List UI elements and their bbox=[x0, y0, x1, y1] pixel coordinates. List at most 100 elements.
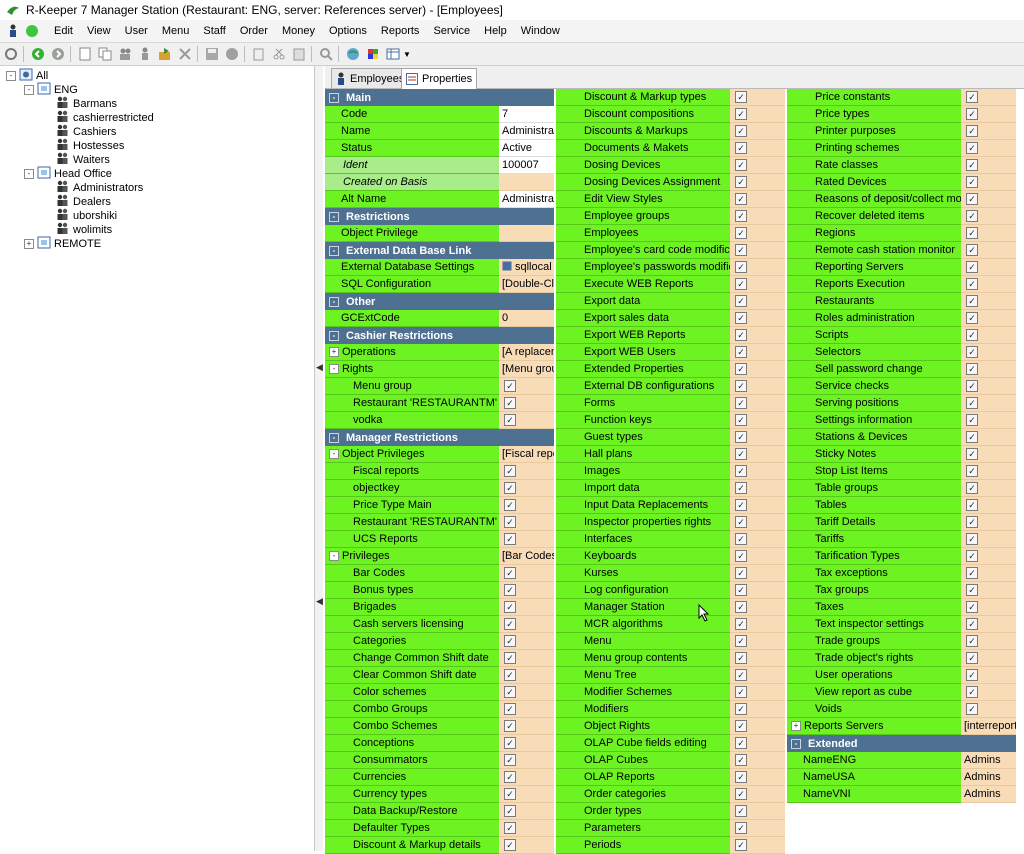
checkbox-checked[interactable]: ✓ bbox=[735, 516, 747, 528]
property-value[interactable]: ✓ bbox=[730, 378, 785, 395]
menu-window[interactable]: Window bbox=[521, 25, 560, 37]
checkbox-checked[interactable]: ✓ bbox=[504, 686, 516, 698]
property-value[interactable]: ✓ bbox=[730, 786, 785, 803]
property-value[interactable]: sqllocal bbox=[499, 259, 554, 276]
property-row[interactable]: Data Backup/Restore ✓ bbox=[325, 803, 554, 820]
checkbox-checked[interactable]: ✓ bbox=[504, 788, 516, 800]
checkbox-checked[interactable]: ✓ bbox=[735, 380, 747, 392]
section-header[interactable]: - Cashier Restrictions bbox=[325, 327, 554, 344]
property-row[interactable]: Defaulter Types ✓ bbox=[325, 820, 554, 837]
property-row[interactable]: Sticky Notes ✓ bbox=[787, 446, 1016, 463]
property-value[interactable]: ✓ bbox=[961, 463, 1016, 480]
checkbox-checked[interactable]: ✓ bbox=[966, 686, 978, 698]
property-row[interactable]: Printer purposes ✓ bbox=[787, 123, 1016, 140]
expand-icon[interactable]: + bbox=[791, 721, 801, 731]
property-value[interactable]: ✓ bbox=[730, 752, 785, 769]
property-value[interactable]: ✓ bbox=[730, 123, 785, 140]
property-value[interactable] bbox=[499, 225, 554, 242]
property-value[interactable]: ✓ bbox=[499, 378, 554, 395]
property-value[interactable]: ✓ bbox=[730, 293, 785, 310]
checkbox-checked[interactable]: ✓ bbox=[504, 533, 516, 545]
property-value[interactable]: ✓ bbox=[499, 735, 554, 752]
checkbox-checked[interactable]: ✓ bbox=[504, 669, 516, 681]
property-row[interactable]: Settings information ✓ bbox=[787, 412, 1016, 429]
checkbox-checked[interactable]: ✓ bbox=[735, 210, 747, 222]
property-value[interactable]: ✓ bbox=[730, 718, 785, 735]
property-value[interactable]: ✓ bbox=[961, 276, 1016, 293]
property-value[interactable]: ✓ bbox=[730, 259, 785, 276]
checkbox-checked[interactable]: ✓ bbox=[966, 261, 978, 273]
checkbox-checked[interactable]: ✓ bbox=[735, 108, 747, 120]
checkbox-checked[interactable]: ✓ bbox=[735, 601, 747, 613]
property-row[interactable]: Printing schemes ✓ bbox=[787, 140, 1016, 157]
property-row[interactable]: User operations ✓ bbox=[787, 667, 1016, 684]
property-value[interactable]: Administrato bbox=[499, 123, 554, 140]
property-value[interactable]: ✓ bbox=[730, 480, 785, 497]
tree-item[interactable]: Waiters bbox=[56, 152, 110, 167]
checkbox-checked[interactable]: ✓ bbox=[966, 125, 978, 137]
checkbox-checked[interactable]: ✓ bbox=[966, 516, 978, 528]
checkbox-checked[interactable]: ✓ bbox=[504, 703, 516, 715]
property-value[interactable]: 100007 bbox=[499, 157, 554, 174]
checkbox-checked[interactable]: ✓ bbox=[504, 805, 516, 817]
property-row[interactable]: objectkey ✓ bbox=[325, 480, 554, 497]
chevron-down-icon[interactable]: ▼ bbox=[403, 50, 411, 59]
property-row[interactable]: Change Common Shift date ✓ bbox=[325, 650, 554, 667]
property-row[interactable]: Service checks ✓ bbox=[787, 378, 1016, 395]
property-row[interactable]: Export WEB Users ✓ bbox=[556, 344, 785, 361]
checkbox-checked[interactable]: ✓ bbox=[735, 550, 747, 562]
property-row[interactable]: Modifier Schemes ✓ bbox=[556, 684, 785, 701]
property-value[interactable]: ✓ bbox=[499, 633, 554, 650]
property-row[interactable]: Hall plans ✓ bbox=[556, 446, 785, 463]
property-row[interactable]: Manager Station ✓ bbox=[556, 599, 785, 616]
property-row[interactable]: Images ✓ bbox=[556, 463, 785, 480]
property-value[interactable]: ✓ bbox=[961, 327, 1016, 344]
export-icon[interactable] bbox=[156, 45, 174, 63]
property-value[interactable] bbox=[499, 174, 554, 191]
property-row[interactable]: Price types ✓ bbox=[787, 106, 1016, 123]
checkbox-checked[interactable]: ✓ bbox=[735, 839, 747, 851]
section-header[interactable]: - External Data Base Link bbox=[325, 242, 554, 259]
checkbox-checked[interactable]: ✓ bbox=[735, 125, 747, 137]
property-row[interactable]: Stations & Devices ✓ bbox=[787, 429, 1016, 446]
checkbox-checked[interactable]: ✓ bbox=[735, 431, 747, 443]
property-value[interactable]: ✓ bbox=[730, 497, 785, 514]
property-value[interactable]: ✓ bbox=[499, 820, 554, 837]
property-row[interactable]: Discounts & Markups ✓ bbox=[556, 123, 785, 140]
property-row[interactable]: Brigades ✓ bbox=[325, 599, 554, 616]
property-row[interactable]: Inspector properties rights ✓ bbox=[556, 514, 785, 531]
property-row[interactable]: Keyboards ✓ bbox=[556, 548, 785, 565]
property-value[interactable]: ✓ bbox=[499, 463, 554, 480]
property-value[interactable]: ✓ bbox=[961, 140, 1016, 157]
property-row[interactable]: Tax exceptions ✓ bbox=[787, 565, 1016, 582]
collapse-left-icon[interactable]: ◀ bbox=[316, 362, 323, 373]
checkbox-checked[interactable]: ✓ bbox=[735, 448, 747, 460]
property-value[interactable]: Administrato bbox=[499, 191, 554, 208]
property-value[interactable]: ✓ bbox=[730, 803, 785, 820]
property-row[interactable]: Trade groups ✓ bbox=[787, 633, 1016, 650]
expand-icon[interactable]: + bbox=[24, 239, 34, 249]
property-row[interactable]: Reasons of deposit/collect money ✓ bbox=[787, 191, 1016, 208]
checkbox-checked[interactable]: ✓ bbox=[966, 550, 978, 562]
property-value[interactable]: ✓ bbox=[961, 412, 1016, 429]
property-row[interactable]: Modifiers ✓ bbox=[556, 701, 785, 718]
property-value[interactable]: ✓ bbox=[730, 310, 785, 327]
checkbox-checked[interactable]: ✓ bbox=[966, 499, 978, 511]
tree-item[interactable]: cashierrestricted bbox=[56, 110, 154, 125]
property-row[interactable]: OLAP Cube fields editing ✓ bbox=[556, 735, 785, 752]
property-row[interactable]: Extended Properties ✓ bbox=[556, 361, 785, 378]
checkbox-checked[interactable]: ✓ bbox=[966, 465, 978, 477]
property-row[interactable]: Discount compositions ✓ bbox=[556, 106, 785, 123]
property-value[interactable]: ✓ bbox=[730, 616, 785, 633]
property-value[interactable]: ✓ bbox=[730, 208, 785, 225]
menu-staff[interactable]: Staff bbox=[203, 25, 225, 37]
checkbox-checked[interactable]: ✓ bbox=[966, 397, 978, 409]
property-value[interactable]: ✓ bbox=[730, 429, 785, 446]
property-value[interactable]: ✓ bbox=[499, 565, 554, 582]
property-row[interactable]: GCExtCode 0 bbox=[325, 310, 554, 327]
collapse-icon[interactable]: - bbox=[329, 364, 339, 374]
property-row[interactable]: View report as cube ✓ bbox=[787, 684, 1016, 701]
property-value[interactable]: ✓ bbox=[499, 752, 554, 769]
property-row[interactable]: Reporting Servers ✓ bbox=[787, 259, 1016, 276]
property-row[interactable]: Employee's passwords modification ✓ bbox=[556, 259, 785, 276]
